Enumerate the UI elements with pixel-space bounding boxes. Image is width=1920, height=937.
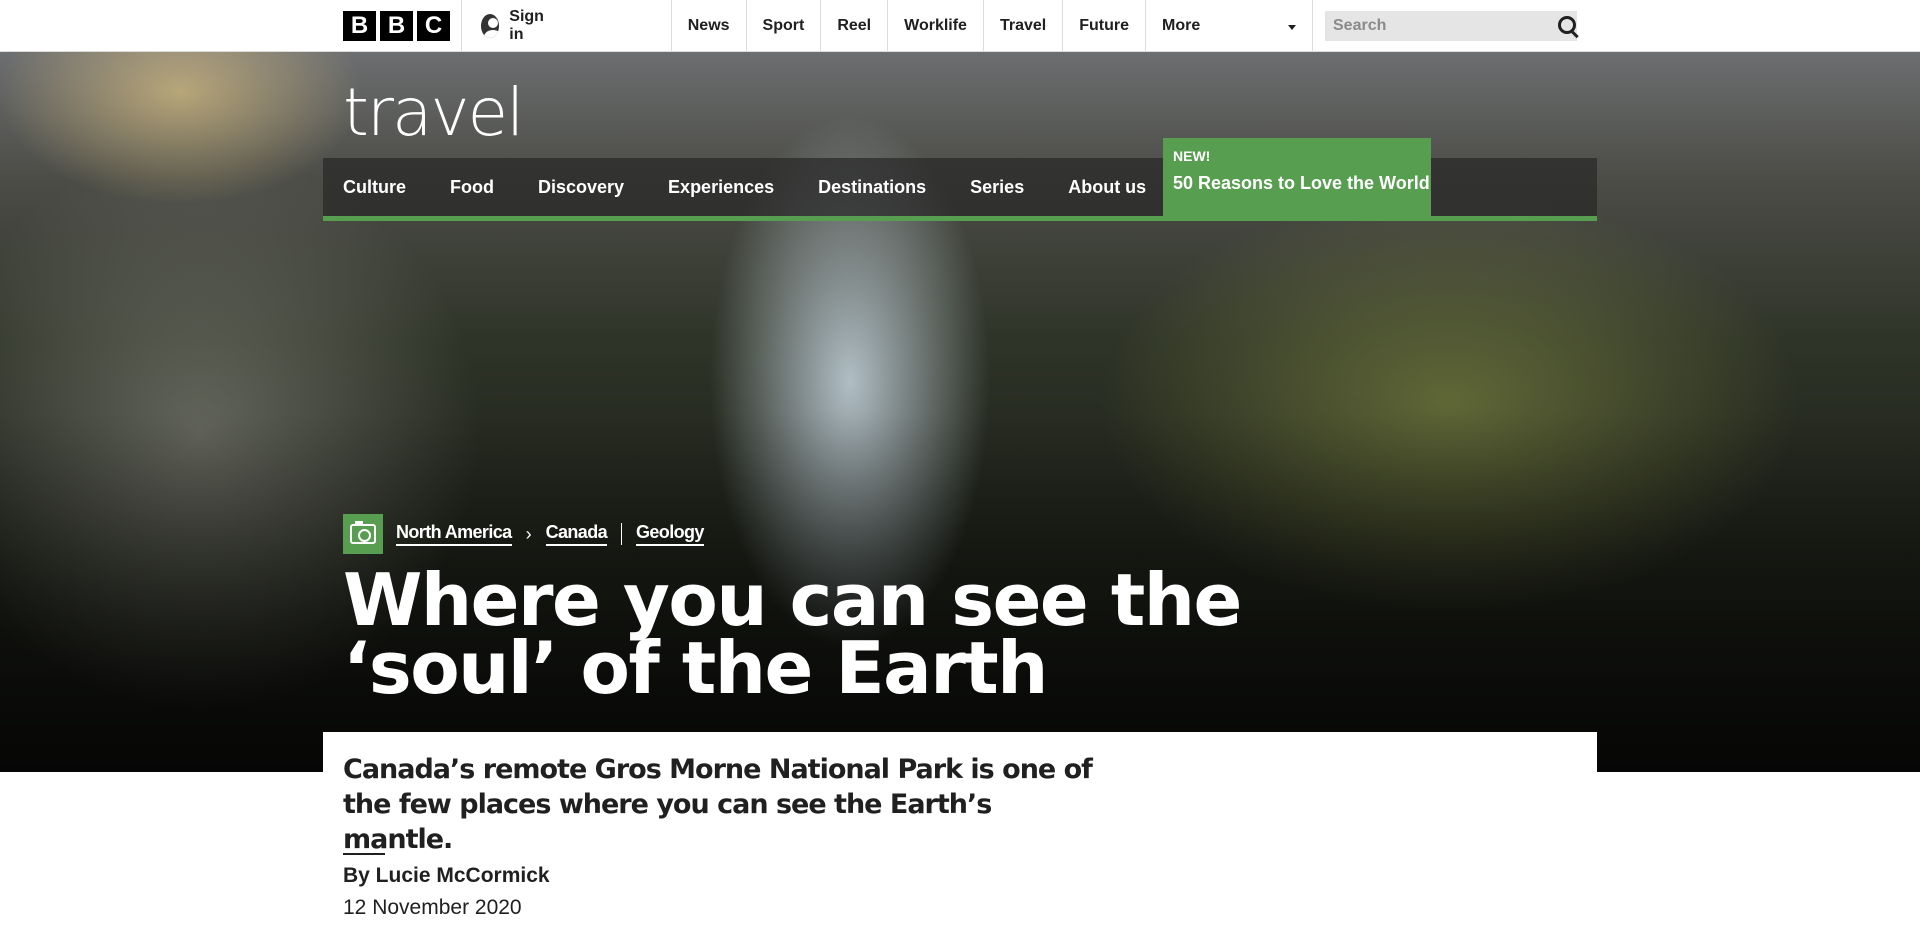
search-box: [1325, 11, 1577, 41]
travel-nav-discovery[interactable]: Discovery: [516, 158, 646, 216]
nav-future[interactable]: Future: [1062, 0, 1145, 52]
camera-icon: [350, 521, 376, 544]
byline-rule: [343, 853, 385, 855]
nav-worklife[interactable]: Worklife: [887, 0, 983, 52]
travel-nav: Culture Food Discovery Experiences Desti…: [323, 138, 1597, 221]
promo-50-reasons[interactable]: NEW! 50 Reasons to Love the World: [1163, 138, 1431, 216]
sign-in-link[interactable]: Sign in: [461, 0, 570, 52]
travel-nav-series[interactable]: Series: [948, 158, 1046, 216]
bbc-main-nav: News Sport Reel Worklife Travel Future M…: [670, 0, 1313, 52]
camera-badge: [343, 514, 383, 554]
breadcrumb-topic[interactable]: Geology: [636, 522, 704, 546]
nav-reel[interactable]: Reel: [820, 0, 887, 52]
travel-logo[interactable]: travel: [343, 80, 524, 146]
article-date: 12 November 2020: [343, 896, 522, 919]
article-headline: Where you can see the ‘soul’ of the Eart…: [343, 558, 1242, 710]
travel-nav-about-us[interactable]: About us: [1046, 158, 1168, 216]
search-input[interactable]: [1325, 11, 1552, 41]
breadcrumb: North America › Canada Geology: [343, 514, 704, 554]
new-badge: NEW!: [1173, 148, 1211, 164]
search-icon[interactable]: [1552, 11, 1577, 41]
travel-nav-food[interactable]: Food: [428, 158, 516, 216]
top-bar-inner: B B C Sign in News Sport Reel Worklife T…: [343, 0, 1577, 52]
article-standfirst: Canada’s remote Gros Morne National Park…: [343, 754, 1093, 855]
bbc-logo-letter: B: [380, 11, 413, 41]
bbc-logo-letter: C: [417, 11, 450, 41]
travel-nav-destinations[interactable]: Destinations: [796, 158, 948, 216]
more-menu-button[interactable]: More: [1145, 0, 1313, 52]
breadcrumb-region[interactable]: North America: [396, 522, 512, 546]
travel-nav-experiences[interactable]: Experiences: [646, 158, 796, 216]
bbc-top-bar: B B C Sign in News Sport Reel Worklife T…: [0, 0, 1920, 52]
chevron-right-icon: ›: [525, 523, 532, 544]
bbc-logo-letter: B: [343, 11, 376, 41]
nav-news[interactable]: News: [670, 0, 746, 52]
caret-down-icon: [1288, 24, 1296, 30]
more-label: More: [1162, 17, 1201, 34]
nav-travel[interactable]: Travel: [982, 0, 1062, 52]
user-icon: [481, 14, 500, 38]
divider: [621, 523, 622, 545]
bbc-logo[interactable]: B B C: [343, 11, 450, 41]
travel-nav-culture[interactable]: Culture: [323, 158, 428, 216]
breadcrumb-country[interactable]: Canada: [545, 522, 608, 546]
nav-sport[interactable]: Sport: [745, 0, 821, 52]
article-byline: By Lucie McCormick: [343, 864, 550, 887]
promo-label: 50 Reasons to Love the World: [1173, 173, 1430, 193]
sign-in-label: Sign in: [509, 8, 544, 43]
